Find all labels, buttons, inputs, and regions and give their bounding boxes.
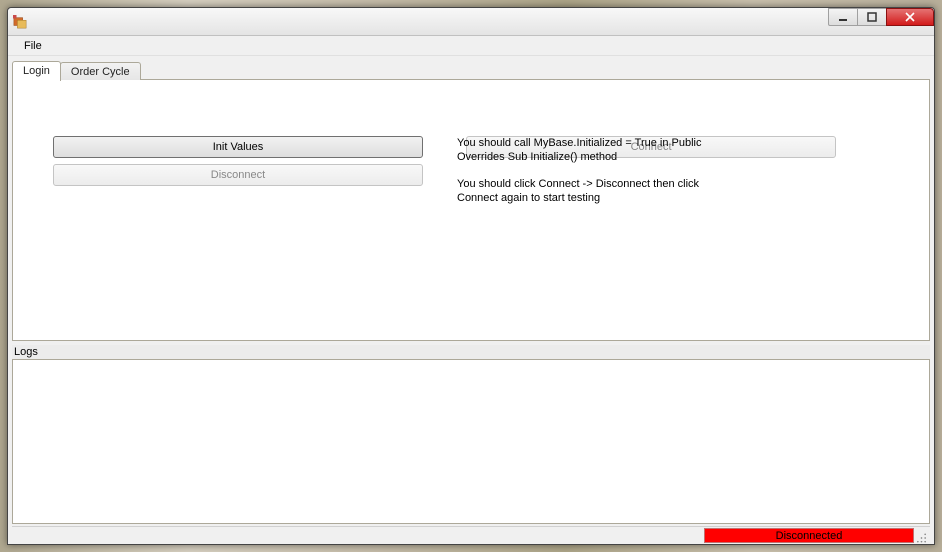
minimize-button[interactable]: [828, 8, 858, 26]
window-buttons: [828, 8, 934, 35]
menu-file[interactable]: File: [16, 38, 50, 54]
tab-order-cycle[interactable]: Order Cycle: [60, 62, 141, 80]
app-icon: [12, 14, 28, 30]
resize-grip-icon[interactable]: [914, 527, 928, 544]
titlebar[interactable]: [8, 8, 934, 36]
instructions-text: You should call MyBase.Initialized = Tru…: [457, 136, 717, 217]
menubar: File: [8, 36, 934, 56]
tab-strip: Login Order Cycle: [12, 58, 930, 80]
client-area: Login Order Cycle Init Values Connect Di…: [8, 56, 934, 544]
tab-login[interactable]: Login: [12, 61, 61, 81]
init-values-button[interactable]: Init Values: [53, 136, 423, 158]
instruction-line-2: You should click Connect -> Disconnect t…: [457, 177, 717, 206]
close-button[interactable]: [886, 8, 934, 26]
app-window: File Login Order Cycle Init Values Conne…: [7, 7, 935, 545]
maximize-button[interactable]: [857, 8, 887, 26]
disconnect-button[interactable]: Disconnect: [53, 164, 423, 186]
status-connection: Disconnected: [704, 528, 914, 543]
instruction-line-1: You should call MyBase.Initialized = Tru…: [457, 136, 717, 165]
logs-box[interactable]: [12, 359, 930, 524]
statusbar: Disconnected: [12, 526, 930, 544]
tab-page-login: Init Values Connect Disconnect You shoul…: [12, 79, 930, 341]
logs-label: Logs: [12, 345, 930, 359]
